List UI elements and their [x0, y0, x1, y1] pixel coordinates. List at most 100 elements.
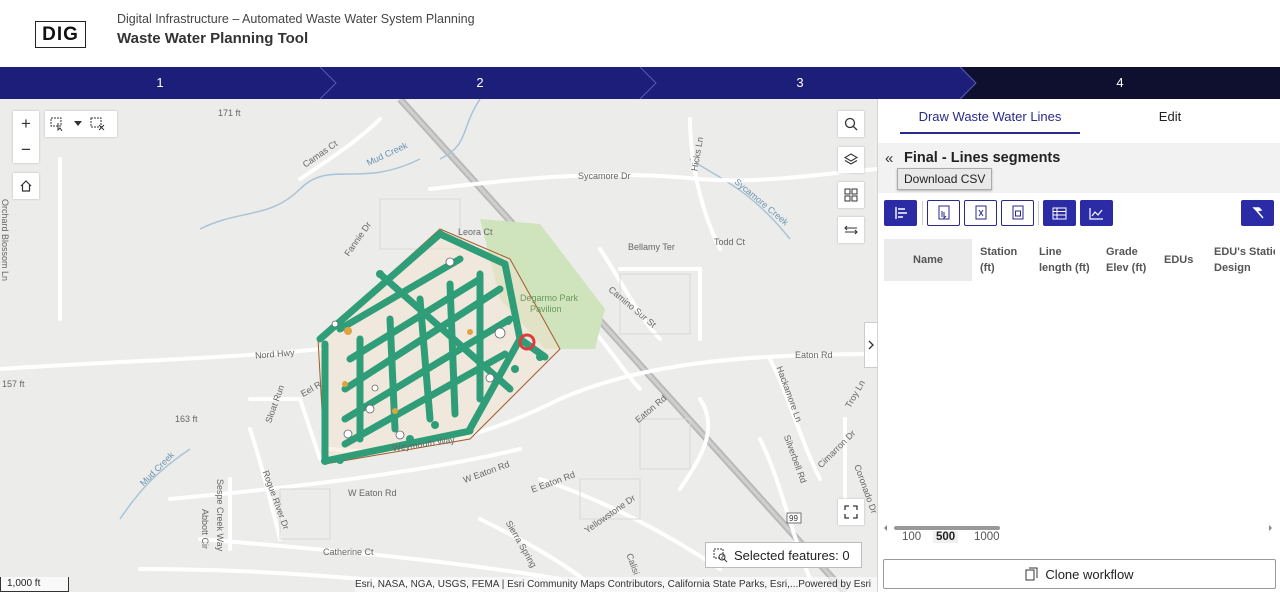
segments-table: Name Station (ft) Line length (ft) Grade… — [884, 239, 1275, 281]
layers-icon — [844, 153, 858, 165]
grid-icon — [844, 188, 858, 202]
panel-collapse-handle[interactable] — [864, 322, 877, 368]
app-subtitle: Digital Infrastructure – Automated Waste… — [117, 12, 475, 26]
layer-list-button[interactable] — [838, 147, 864, 173]
column-header-line1: Station — [980, 246, 1018, 258]
select-by-rectangle-button[interactable] — [45, 111, 71, 137]
search-icon — [844, 117, 858, 131]
zoom-to-selection-icon — [713, 548, 728, 562]
zoom-controls: + − — [13, 111, 39, 163]
column-header-line1: EDU's Static — [1214, 246, 1275, 258]
section-title: Final - Lines segments — [904, 150, 1061, 166]
street-label: Todd Ct — [714, 237, 746, 247]
align-button[interactable] — [884, 200, 917, 226]
street-label: Sycamore Dr — [578, 171, 631, 181]
selected-features-label: Selected features: 0 — [734, 547, 850, 563]
elevation-label: 163 ft — [175, 414, 198, 424]
step-2[interactable]: 2 — [460, 67, 500, 99]
column-header-line1: Line — [1039, 246, 1062, 258]
selection-toolbar — [45, 111, 117, 137]
select-tool-dropdown[interactable] — [71, 111, 85, 137]
scale-bar: 1,000 ft — [0, 577, 69, 592]
park-label: Degarmo Park — [520, 293, 579, 303]
fullscreen-icon — [844, 505, 858, 519]
measure-icon — [844, 225, 858, 235]
measure-button[interactable] — [838, 217, 864, 243]
street-label: Eaton Rd — [795, 350, 833, 360]
app-header: DIG Digital Infrastructure – Automated W… — [0, 0, 1280, 67]
map-attribution: Esri, NASA, NGA, USGS, FEMA | Esri Commu… — [355, 577, 877, 592]
csv-file-icon — [938, 205, 949, 220]
page-size-option[interactable]: 100 — [902, 531, 921, 543]
select-pointer-icon — [50, 117, 63, 131]
basemap-gallery-button[interactable] — [838, 182, 864, 208]
attribution-text: Esri, NASA, NGA, USGS, FEMA | Esri Commu… — [355, 579, 799, 590]
align-left-icon — [894, 207, 907, 219]
side-panel: Draw Waste Water Lines Edit « Final - Li… — [877, 99, 1280, 592]
street-label: Bellamy Ter — [628, 242, 675, 252]
column-header-grade-elev[interactable]: Grade Elev (ft) — [1106, 239, 1164, 281]
map-view[interactable]: 171 ft 157 ft 163 ft Camas Ct Mud Creek … — [0, 99, 877, 592]
column-header-edus-static-design[interactable]: EDU's Static Design — [1214, 239, 1275, 281]
step-3[interactable]: 3 — [780, 67, 820, 99]
section-header: « Final - Lines segments Download CSV — [878, 143, 1280, 193]
copy-icon — [1025, 567, 1038, 581]
clone-workflow-label: Clone workflow — [1045, 566, 1134, 582]
table-view-button[interactable] — [1043, 200, 1076, 226]
column-header-name[interactable]: Name — [884, 239, 972, 281]
fullscreen-button[interactable] — [838, 499, 864, 525]
toolbar-separator — [1038, 201, 1039, 225]
toolbar-separator — [922, 201, 923, 225]
street-label: Abbott Cir — [200, 509, 210, 550]
column-header-edus[interactable]: EDUs — [1164, 239, 1209, 281]
map-search-button[interactable] — [838, 111, 864, 137]
excel-file-icon — [975, 205, 986, 220]
highway-shield-label: 99 — [789, 514, 798, 523]
park-label: Pavilion — [530, 304, 562, 314]
column-header-line-length[interactable]: Line length (ft) — [1039, 239, 1105, 281]
dig-logo: DIG — [35, 21, 86, 48]
workflow-stepper: 1 2 3 4 — [0, 67, 1280, 99]
elevation-label: 171 ft — [218, 108, 241, 118]
line-chart-icon — [1089, 207, 1103, 220]
stepper-chevrons — [319, 67, 1280, 99]
column-header-station[interactable]: Station (ft) — [980, 239, 1038, 281]
clear-selection-icon — [90, 117, 105, 131]
clear-selection-button[interactable] — [85, 111, 111, 137]
app-root: DIG Digital Infrastructure – Automated W… — [0, 0, 1280, 592]
column-header-line2: Elev (ft) — [1106, 262, 1147, 274]
table-file-icon — [1012, 205, 1023, 220]
street-label: Sespe Creek Way — [215, 479, 225, 552]
street-label: Leora Ct — [458, 227, 493, 237]
column-header-line1: Grade — [1106, 246, 1138, 258]
home-icon — [20, 180, 32, 192]
table-horizontal-scrollbar[interactable] — [884, 519, 1275, 531]
app-title: Waste Water Planning Tool — [117, 30, 309, 47]
column-header-line2: (ft) — [980, 262, 995, 274]
step-4[interactable]: 4 — [1100, 67, 1140, 99]
step-1[interactable]: 1 — [140, 67, 180, 99]
street-label: W Eaton Rd — [348, 488, 397, 498]
powered-by-esri[interactable]: Powered by Esri — [798, 577, 871, 592]
column-header-line2: Design — [1214, 262, 1251, 274]
clone-workflow-button[interactable]: Clone workflow — [883, 559, 1276, 589]
zoom-out-button[interactable]: − — [13, 137, 39, 163]
page-size-option-selected[interactable]: 500 — [933, 531, 959, 543]
table-icon — [1052, 207, 1067, 219]
selected-features-button[interactable]: Selected features: 0 — [705, 542, 862, 568]
tab-draw-waste-water-lines[interactable]: Draw Waste Water Lines — [900, 109, 1080, 134]
hammer-icon — [1251, 207, 1264, 219]
download-excel-button[interactable] — [964, 200, 997, 226]
download-csv-button[interactable] — [927, 200, 960, 226]
chevron-down-icon — [74, 121, 82, 126]
download-file-button[interactable] — [1001, 200, 1034, 226]
chevron-right-icon — [868, 340, 874, 350]
chart-view-button[interactable] — [1080, 200, 1113, 226]
home-button[interactable] — [13, 173, 39, 199]
page-size-option[interactable]: 1000 — [974, 531, 1000, 543]
panel-tabs: Draw Waste Water Lines Edit — [878, 99, 1280, 135]
tab-edit[interactable]: Edit — [1132, 109, 1208, 124]
tools-button[interactable] — [1241, 200, 1274, 226]
zoom-in-button[interactable]: + — [13, 111, 39, 137]
back-chevron-icon[interactable]: « — [885, 150, 893, 167]
